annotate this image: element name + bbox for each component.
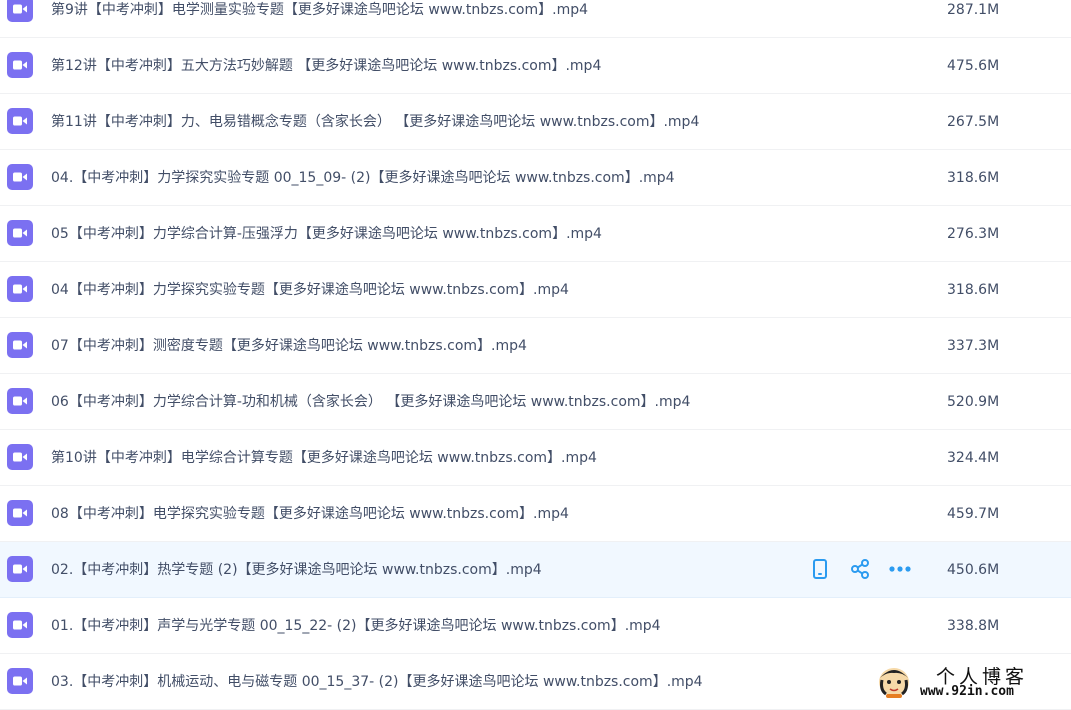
file-row[interactable]: 第10讲【中考冲刺】电学综合计算专题【更多好课途鸟吧论坛 www.tnbzs.c…	[0, 430, 1071, 486]
video-file-icon	[7, 332, 33, 358]
video-file-icon	[7, 52, 33, 78]
file-size: 276.3M	[947, 226, 1000, 242]
file-row[interactable]: 07【中考冲刺】测密度专题【更多好课途鸟吧论坛 www.tnbzs.com】.m…	[0, 318, 1071, 374]
phone-icon[interactable]	[808, 558, 832, 580]
file-name[interactable]: 02.【中考冲刺】热学专题 (2)【更多好课途鸟吧论坛 www.tnbzs.co…	[51, 560, 542, 580]
video-file-icon	[7, 108, 33, 134]
file-row[interactable]: 01.【中考冲刺】声学与光学专题 00_15_22- (2)【更多好课途鸟吧论坛…	[0, 598, 1071, 654]
file-size: 287.1M	[947, 2, 1000, 18]
file-name[interactable]: 04【中考冲刺】力学探究实验专题【更多好课途鸟吧论坛 www.tnbzs.com…	[51, 280, 569, 300]
file-size: 267.5M	[947, 114, 1000, 130]
file-name[interactable]: 第12讲【中考冲刺】五大方法巧妙解题 【更多好课途鸟吧论坛 www.tnbzs.…	[51, 56, 601, 76]
file-row[interactable]: 04.【中考冲刺】力学探究实验专题 00_15_09- (2)【更多好课途鸟吧论…	[0, 150, 1071, 206]
file-size: 318.6M	[947, 170, 1000, 186]
watermark-logo-icon	[879, 668, 909, 698]
file-size: 459.7M	[947, 506, 1000, 522]
video-file-icon	[7, 444, 33, 470]
share-icon[interactable]	[848, 558, 872, 580]
watermark: 个人博客 www.92in.com	[876, 662, 1066, 702]
file-name[interactable]: 第10讲【中考冲刺】电学综合计算专题【更多好课途鸟吧论坛 www.tnbzs.c…	[51, 448, 597, 468]
file-name[interactable]: 04.【中考冲刺】力学探究实验专题 00_15_09- (2)【更多好课途鸟吧论…	[51, 168, 675, 188]
file-row[interactable]: 02.【中考冲刺】热学专题 (2)【更多好课途鸟吧论坛 www.tnbzs.co…	[0, 542, 1071, 598]
file-row[interactable]: 第12讲【中考冲刺】五大方法巧妙解题 【更多好课途鸟吧论坛 www.tnbzs.…	[0, 38, 1071, 94]
video-file-icon	[7, 0, 33, 22]
file-name[interactable]: 07【中考冲刺】测密度专题【更多好课途鸟吧论坛 www.tnbzs.com】.m…	[51, 336, 527, 356]
video-file-icon	[7, 276, 33, 302]
file-size: 337.3M	[947, 338, 1000, 354]
video-file-icon	[7, 612, 33, 638]
file-name[interactable]: 01.【中考冲刺】声学与光学专题 00_15_22- (2)【更多好课途鸟吧论坛…	[51, 616, 661, 636]
file-row[interactable]: 04【中考冲刺】力学探究实验专题【更多好课途鸟吧论坛 www.tnbzs.com…	[0, 262, 1071, 318]
file-size: 318.6M	[947, 282, 1000, 298]
video-file-icon	[7, 500, 33, 526]
watermark-url: www.92in.com	[920, 684, 1014, 699]
file-row[interactable]: 08【中考冲刺】电学探究实验专题【更多好课途鸟吧论坛 www.tnbzs.com…	[0, 486, 1071, 542]
file-name[interactable]: 第11讲【中考冲刺】力、电易错概念专题（含家长会） 【更多好课途鸟吧论坛 www…	[51, 112, 699, 132]
file-size: 520.9M	[947, 394, 1000, 410]
file-row[interactable]: 第11讲【中考冲刺】力、电易错概念专题（含家长会） 【更多好课途鸟吧论坛 www…	[0, 94, 1071, 150]
file-size: 475.6M	[947, 58, 1000, 74]
row-actions	[808, 558, 928, 580]
file-name[interactable]: 第9讲【中考冲刺】电学测量实验专题【更多好课途鸟吧论坛 www.tnbzs.co…	[51, 0, 588, 20]
file-name[interactable]: 03.【中考冲刺】机械运动、电与磁专题 00_15_37- (2)【更多好课途鸟…	[51, 672, 703, 692]
file-size: 324.4M	[947, 450, 1000, 466]
file-size: 450.6M	[947, 562, 1000, 578]
file-row[interactable]: 第9讲【中考冲刺】电学测量实验专题【更多好课途鸟吧论坛 www.tnbzs.co…	[0, 0, 1071, 38]
file-row[interactable]: 05【中考冲刺】力学综合计算-压强浮力【更多好课途鸟吧论坛 www.tnbzs.…	[0, 206, 1071, 262]
video-file-icon	[7, 556, 33, 582]
file-name[interactable]: 06【中考冲刺】力学综合计算-功和机械（含家长会） 【更多好课途鸟吧论坛 www…	[51, 392, 690, 412]
file-name[interactable]: 08【中考冲刺】电学探究实验专题【更多好课途鸟吧论坛 www.tnbzs.com…	[51, 504, 569, 524]
file-size: 338.8M	[947, 618, 1000, 634]
file-name[interactable]: 05【中考冲刺】力学综合计算-压强浮力【更多好课途鸟吧论坛 www.tnbzs.…	[51, 224, 602, 244]
video-file-icon	[7, 668, 33, 694]
more-icon[interactable]	[888, 558, 912, 580]
video-file-icon	[7, 388, 33, 414]
video-file-icon	[7, 220, 33, 246]
file-row[interactable]: 06【中考冲刺】力学综合计算-功和机械（含家长会） 【更多好课途鸟吧论坛 www…	[0, 374, 1071, 430]
video-file-icon	[7, 164, 33, 190]
file-list: 第9讲【中考冲刺】电学测量实验专题【更多好课途鸟吧论坛 www.tnbzs.co…	[0, 0, 1071, 710]
